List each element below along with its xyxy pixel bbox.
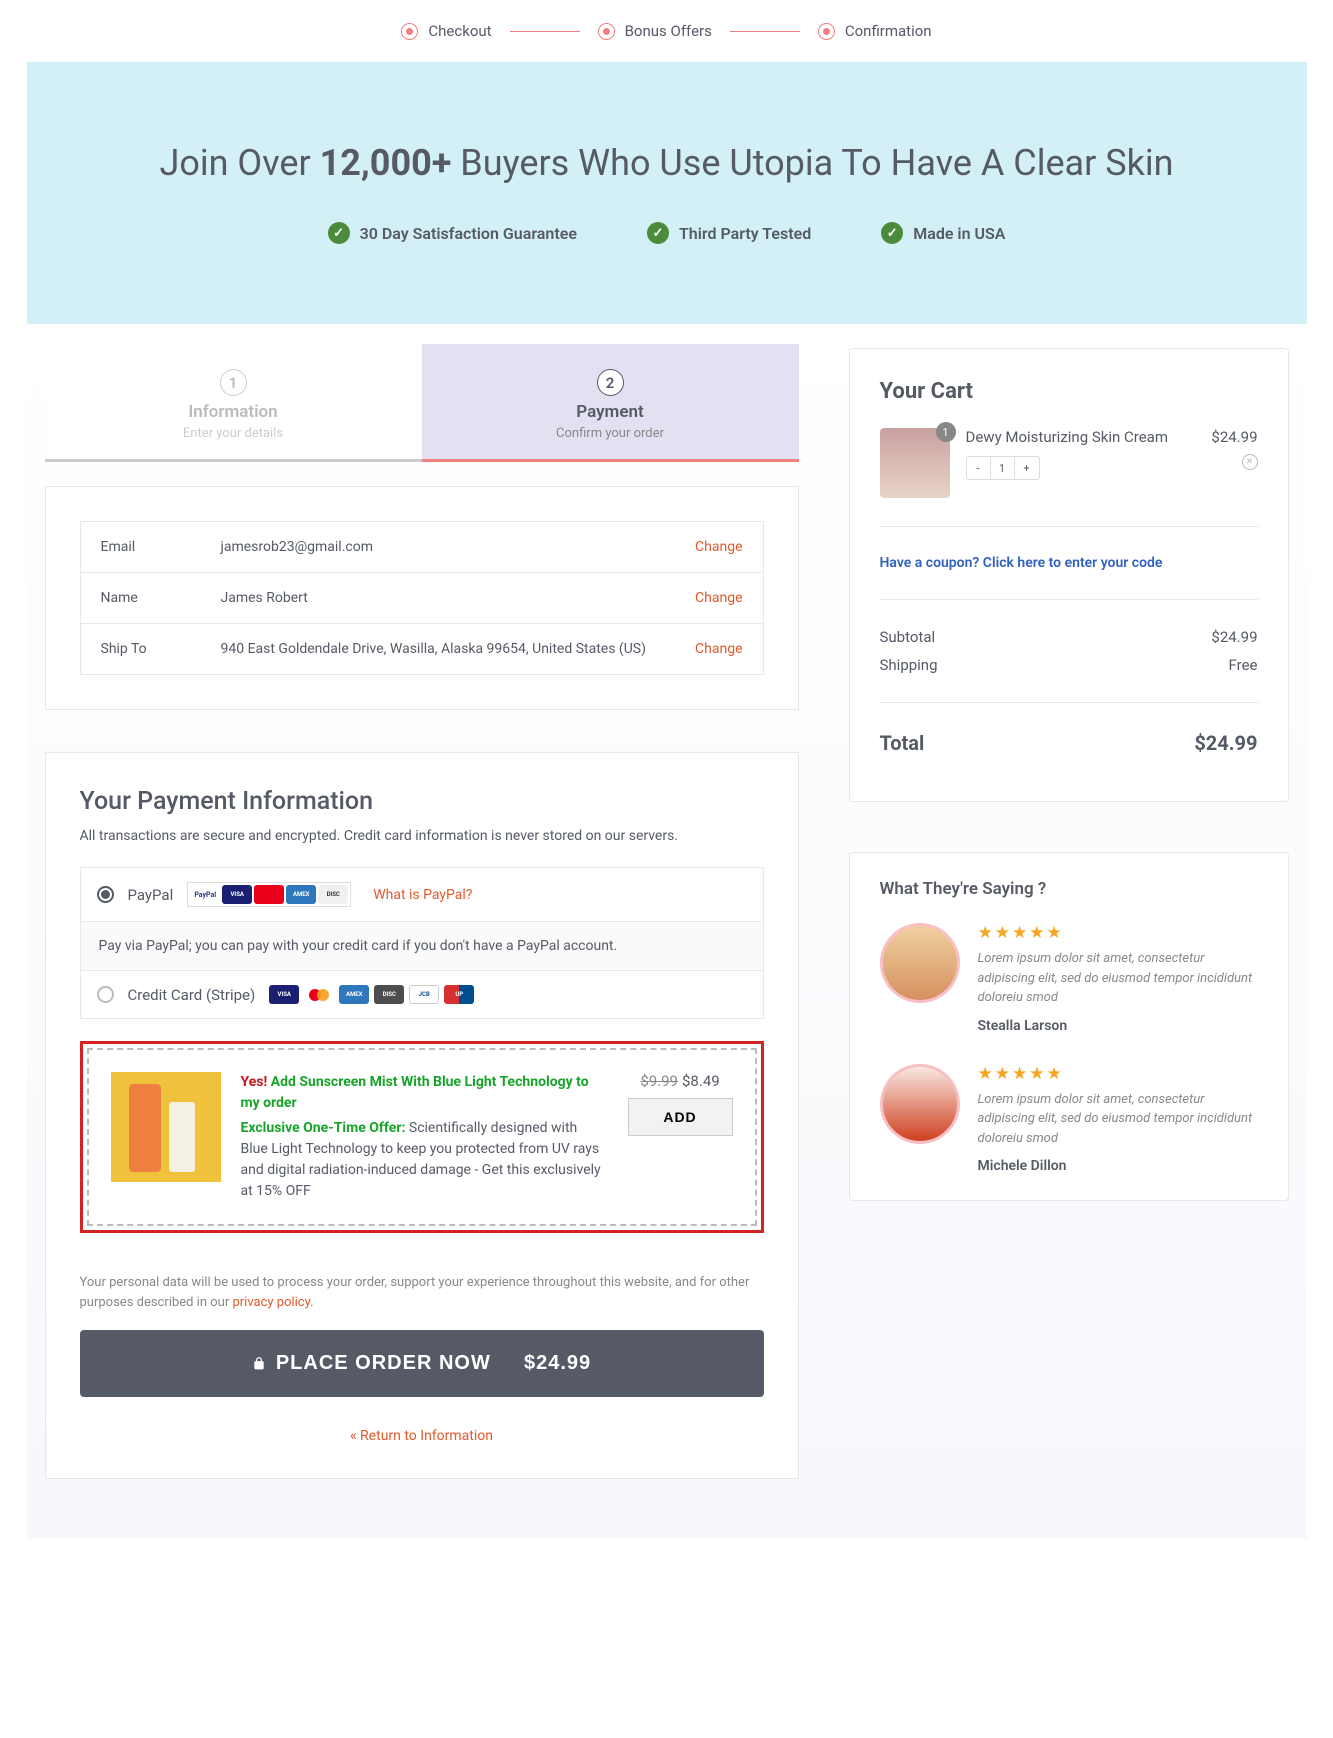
- summary-name-row: Name James Robert Change: [81, 573, 763, 624]
- paypal-card-icons: PayPal VISA AMEX DISC: [187, 882, 351, 907]
- coupon-toggle[interactable]: Have a coupon? Click here to enter your …: [880, 555, 1258, 571]
- total-row: Total$24.99: [880, 731, 1258, 755]
- hero-banner: Join Over 12,000+ Buyers Who Use Utopia …: [27, 62, 1307, 324]
- hero-title: Join Over 12,000+ Buyers Who Use Utopia …: [47, 142, 1287, 184]
- return-to-information-link[interactable]: « Return to Information: [350, 1428, 493, 1444]
- step-divider: [510, 31, 580, 32]
- tab-information[interactable]: 1 Information Enter your details: [45, 344, 422, 459]
- cart-item-price: $24.99: [1211, 428, 1257, 446]
- cart-heading: Your Cart: [880, 379, 1258, 404]
- place-order-button[interactable]: PLACE ORDER NOW $24.99: [80, 1330, 764, 1397]
- subtotal-row: Subtotal$24.99: [880, 628, 1258, 646]
- payment-method-paypal[interactable]: PayPal PayPal VISA AMEX DISC What is Pay…: [81, 868, 763, 922]
- privacy-policy-link[interactable]: privacy policy: [232, 1295, 310, 1310]
- bump-product-image: [111, 1072, 221, 1182]
- privacy-notice: Your personal data will be used to proce…: [80, 1273, 764, 1312]
- radio-icon: [97, 986, 114, 1003]
- step-confirmation[interactable]: Confirmation: [818, 22, 932, 40]
- avatar: [880, 923, 960, 1003]
- qty-value: 1: [991, 457, 1015, 479]
- check-icon: ✓: [881, 222, 903, 244]
- stripe-card-icons: VISA AMEX DISC JCB UP: [269, 985, 474, 1004]
- check-icon: ✓: [647, 222, 669, 244]
- step-checkout[interactable]: Checkout: [401, 22, 491, 40]
- change-name-link[interactable]: Change: [695, 590, 742, 606]
- avatar: [880, 1064, 960, 1144]
- cart-item-qty-badge: 1: [936, 422, 956, 442]
- radio-icon: [97, 886, 114, 903]
- badge-made-in-usa: ✓ Made in USA: [881, 222, 1005, 244]
- order-bump: Yes! Add Sunscreen Mist With Blue Light …: [80, 1041, 764, 1233]
- step-bonus-offers[interactable]: Bonus Offers: [598, 22, 712, 40]
- payment-method-stripe[interactable]: Credit Card (Stripe) VISA AMEX DISC JCB …: [81, 971, 763, 1018]
- testimonials-panel: What They're Saying ? ★★★★★ Lorem ipsum …: [849, 852, 1289, 1201]
- change-email-link[interactable]: Change: [695, 539, 742, 555]
- payment-note: All transactions are secure and encrypte…: [80, 826, 764, 847]
- badge-tested: ✓ Third Party Tested: [647, 222, 811, 244]
- testimonial-item: ★★★★★ Lorem ipsum dolor sit amet, consec…: [880, 1064, 1258, 1175]
- cart-item-image: 1: [880, 428, 950, 498]
- remove-item-button[interactable]: ✕: [1242, 454, 1258, 470]
- testimonials-heading: What They're Saying ?: [880, 879, 1258, 899]
- summary-shipto-row: Ship To 940 East Goldendale Drive, Wasil…: [81, 624, 763, 674]
- cart-item: 1 Dewy Moisturizing Skin Cream - 1 + $24…: [880, 428, 1258, 498]
- qty-decrease-button[interactable]: -: [967, 457, 991, 479]
- star-rating-icon: ★★★★★: [978, 1064, 1258, 1084]
- step-label: Checkout: [428, 22, 491, 40]
- cart-item-name: Dewy Moisturizing Skin Cream: [966, 428, 1196, 446]
- bump-price: $9.99$8.49: [628, 1072, 733, 1090]
- checkout-tabs: 1 Information Enter your details 2 Payme…: [45, 344, 799, 459]
- cart-panel: Your Cart 1 Dewy Moisturizing Skin Cream…: [849, 348, 1289, 802]
- checkout-stepper: Checkout Bonus Offers Confirmation: [27, 0, 1307, 62]
- order-summary-card: Email jamesrob23@gmail.com Change Name J…: [45, 486, 799, 710]
- bump-add-button[interactable]: ADD: [628, 1098, 733, 1136]
- star-rating-icon: ★★★★★: [978, 923, 1258, 943]
- what-is-paypal-link[interactable]: What is PayPal?: [373, 887, 472, 903]
- step-label: Confirmation: [845, 22, 932, 40]
- qty-increase-button[interactable]: +: [1015, 457, 1039, 479]
- tab-payment[interactable]: 2 Payment Confirm your order: [422, 344, 799, 459]
- step-label: Bonus Offers: [625, 22, 712, 40]
- summary-email-row: Email jamesrob23@gmail.com Change: [81, 522, 763, 573]
- badge-guarantee: ✓ 30 Day Satisfaction Guarantee: [328, 222, 577, 244]
- paypal-description: Pay via PayPal; you can pay with your cr…: [81, 922, 763, 971]
- check-icon: ✓: [328, 222, 350, 244]
- step-divider: [730, 31, 800, 32]
- testimonial-item: ★★★★★ Lorem ipsum dolor sit amet, consec…: [880, 923, 1258, 1034]
- change-shipto-link[interactable]: Change: [695, 641, 742, 657]
- shipping-row: ShippingFree: [880, 656, 1258, 674]
- quantity-stepper: - 1 +: [966, 456, 1040, 480]
- payment-heading: Your Payment Information: [80, 787, 764, 816]
- lock-icon: [252, 1355, 266, 1372]
- payment-card: Your Payment Information All transaction…: [45, 752, 799, 1479]
